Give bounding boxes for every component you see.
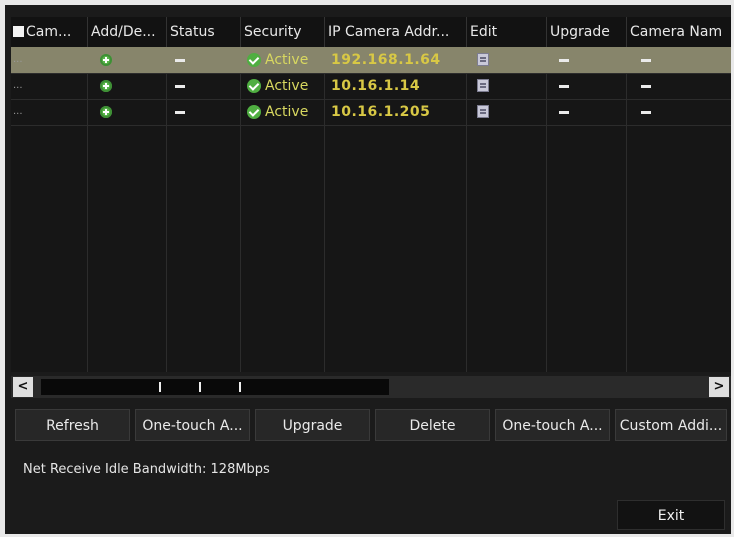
check-icon <box>247 53 261 67</box>
table-header: Cam... Add/De... Status Security IP Came… <box>11 17 731 47</box>
status-dash-icon <box>175 111 185 114</box>
security-status: Active <box>265 78 309 94</box>
select-all-checkbox-icon[interactable] <box>13 25 24 37</box>
grip-icon <box>199 382 201 392</box>
table-row[interactable]: ... Active 10.16.1.205 <box>11 99 731 126</box>
horizontal-scrollbar[interactable]: < > <box>11 376 731 398</box>
delete-button[interactable]: Delete <box>375 409 490 441</box>
custom-adding-button[interactable]: Custom Addi... <box>615 409 727 441</box>
bandwidth-label: Net Receive Idle Bandwidth: 128Mbps <box>23 462 270 477</box>
check-icon <box>247 105 261 119</box>
upgrade-dash-icon <box>559 111 569 114</box>
header-security[interactable]: Security <box>240 17 324 47</box>
upgrade-button[interactable]: Upgrade <box>255 409 370 441</box>
upgrade-dash-icon <box>559 85 569 88</box>
header-add-delete[interactable]: Add/De... <box>87 17 166 47</box>
status-dash-icon <box>175 85 185 88</box>
camera-no-cell: ... <box>13 106 23 117</box>
camera-no-cell: ... <box>13 80 23 91</box>
header-status[interactable]: Status <box>166 17 240 47</box>
add-icon[interactable] <box>100 106 112 118</box>
table-row[interactable]: ... Active 10.16.1.14 <box>11 73 731 100</box>
ip-address: 192.168.1.64 <box>331 52 441 68</box>
camera-name-dash-icon <box>641 111 651 114</box>
add-icon[interactable] <box>100 80 112 92</box>
camera-no-cell: ... <box>13 54 23 65</box>
add-icon[interactable] <box>100 54 112 66</box>
header-upgrade[interactable]: Upgrade <box>546 17 626 47</box>
security-status: Active <box>265 52 309 68</box>
edit-icon[interactable] <box>477 53 489 66</box>
table-row[interactable]: ... Active 192.168.1.64 <box>11 47 731 74</box>
scroll-left-button[interactable]: < <box>13 377 33 397</box>
header-camera-name[interactable]: Camera Nam <box>626 17 731 47</box>
camera-name-dash-icon <box>641 85 651 88</box>
camera-name-dash-icon <box>641 59 651 62</box>
scroll-right-button[interactable]: > <box>709 377 729 397</box>
ip-address: 10.16.1.14 <box>331 78 421 94</box>
upgrade-dash-icon <box>559 59 569 62</box>
status-dash-icon <box>175 59 185 62</box>
scroll-thumb[interactable] <box>41 379 389 395</box>
header-edit[interactable]: Edit <box>466 17 546 47</box>
camera-management-panel: Cam... Add/De... Status Security IP Came… <box>5 5 731 534</box>
header-ip-address[interactable]: IP Camera Addr... <box>324 17 466 47</box>
refresh-button[interactable]: Refresh <box>15 409 130 441</box>
grip-icon <box>159 382 161 392</box>
one-touch-adding-button[interactable]: One-touch A... <box>495 409 610 441</box>
ip-address: 10.16.1.205 <box>331 104 431 120</box>
header-camera-no[interactable]: Cam... <box>11 17 87 47</box>
one-touch-activate-button[interactable]: One-touch A... <box>135 409 250 441</box>
check-icon <box>247 79 261 93</box>
exit-button[interactable]: Exit <box>617 500 725 530</box>
security-status: Active <box>265 104 309 120</box>
edit-icon[interactable] <box>477 79 489 92</box>
edit-icon[interactable] <box>477 105 489 118</box>
camera-table: ... Active 192.168.1.64 ... Active 10.16… <box>11 47 731 372</box>
grip-icon <box>239 382 241 392</box>
